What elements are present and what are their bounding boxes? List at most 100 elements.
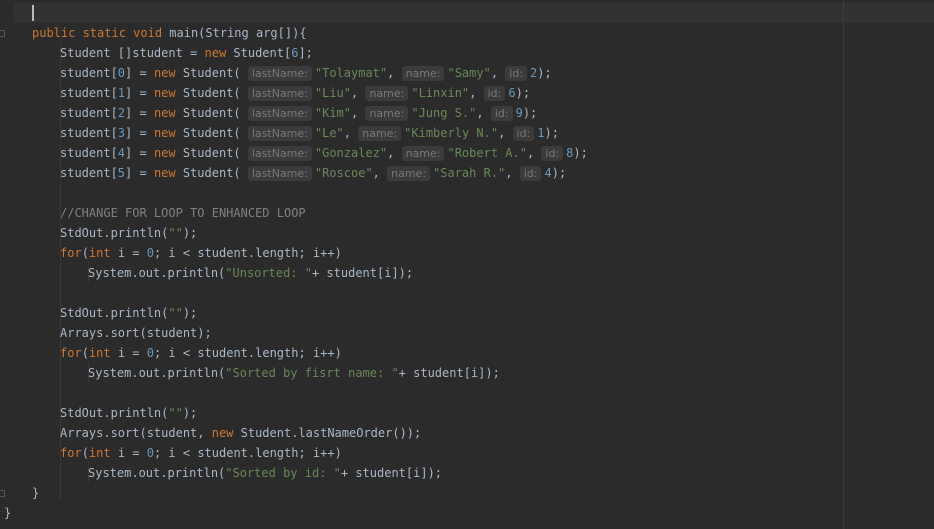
code-comment: //CHANGE FOR LOOP TO ENHANCED LOOP [60, 206, 306, 220]
call: System.out.println( [88, 466, 226, 480]
array-index: 3 [117, 126, 126, 140]
code-line-student-assignment: student[2] = new Student( lastName: "Kim"… [60, 106, 538, 121]
string: "" [168, 226, 183, 240]
array-index: 5 [117, 166, 126, 180]
student-first-name: "Samy" [447, 66, 491, 80]
modifiers: public static void [32, 26, 163, 40]
new-keyword: new [153, 106, 176, 120]
student-id: 1 [537, 126, 545, 140]
param-hint-name: name: [401, 146, 445, 161]
fold-icon[interactable] [0, 30, 5, 37]
param-hint-name: name: [358, 126, 402, 141]
student-last-name: "Kim" [314, 106, 351, 120]
loop-rest: ; i < student.length; i++) [153, 346, 342, 360]
new-keyword: new [153, 146, 176, 160]
student-id: 9 [515, 106, 523, 120]
for-keyword: for [60, 446, 82, 460]
code-line-student-assignment: student[1] = new Student( lastName: "Liu"… [60, 86, 531, 101]
call: StdOut.println( [60, 406, 169, 420]
array-ctor: Student[ [226, 46, 292, 60]
string: "Sorted by id: " [225, 466, 341, 480]
code-line-for: for(int i = 0; i < student.length; i++) [60, 246, 342, 260]
for-keyword: for [60, 246, 82, 260]
concat: + student[i]); [398, 366, 500, 380]
loop-var: i = [110, 246, 147, 260]
code-line-for: for(int i = 0; i < student.length; i++) [60, 346, 342, 360]
param-hint-id: id: [541, 146, 564, 161]
param-hint-name: name: [387, 166, 431, 181]
comparator: Student.lastNameOrder()); [233, 426, 422, 440]
code-line-println: StdOut.println(""); [60, 226, 198, 240]
code-line-print: System.out.println("Unsorted: "+ student… [88, 263, 413, 283]
text-caret [32, 5, 34, 21]
int-keyword: int [88, 246, 111, 260]
param-hint-name: name: [401, 66, 445, 81]
current-line-highlight [14, 3, 934, 23]
loop-var: i = [110, 346, 147, 360]
code-line-sort-comparator: Arrays.sort(student, new Student.lastNam… [60, 423, 421, 443]
code-line-array-decl: Student []student = new Student[6]; [60, 43, 313, 63]
code-line-student-assignment: student[3] = new Student( lastName: "Le",… [60, 126, 559, 141]
student-first-name: "Kimberly N." [404, 126, 499, 140]
student-first-name: "Jung S." [411, 106, 477, 120]
student-id: 2 [530, 66, 538, 80]
param-hint-id: id: [505, 66, 528, 81]
closing-brace-class: } [4, 506, 12, 520]
student-id: 6 [508, 86, 516, 100]
param-hint-lastname: lastName: [247, 146, 312, 161]
loop-zero: 0 [146, 246, 154, 260]
new-keyword: new [153, 166, 176, 180]
loop-zero: 0 [146, 346, 154, 360]
code-line-print: System.out.println("Sorted by id: "+ stu… [88, 463, 442, 483]
param-hint-name: name: [365, 106, 409, 121]
concat: + student[i]); [340, 466, 443, 480]
array-index: 1 [117, 86, 126, 100]
concat: + student[i]); [311, 266, 414, 280]
call: System.out.println( [88, 366, 226, 380]
code-line-sort: Arrays.sort(student); [60, 326, 212, 340]
param-hint-lastname: lastName: [247, 106, 312, 121]
code-line-main-signature: public static void main(String arg[]){ [32, 23, 307, 43]
student-id: 8 [566, 146, 574, 160]
student-last-name: "Tolaymat" [314, 66, 388, 80]
student-last-name: "Gonzalez" [314, 146, 388, 160]
array-index: 4 [117, 146, 126, 160]
code-line-student-assignment: student[5] = new Student( lastName: "Rosc… [60, 166, 567, 181]
editor-gutter [0, 0, 14, 529]
code-line-student-assignment: student[4] = new Student( lastName: "Gonz… [60, 146, 588, 161]
code-line-print: System.out.println("Sorted by fisrt name… [88, 363, 500, 383]
call: Arrays.sort(student, [60, 426, 212, 440]
int-keyword: int [88, 446, 111, 460]
param-hint-id: id: [519, 166, 542, 181]
array-index: 2 [117, 106, 126, 120]
fold-icon[interactable] [0, 490, 5, 497]
param-hint-id: id: [490, 106, 513, 121]
code-line-println: StdOut.println(""); [60, 306, 198, 320]
array-index: 0 [117, 66, 126, 80]
student-id: 4 [544, 166, 552, 180]
param-hint-id: id: [483, 86, 506, 101]
call: StdOut.println( [60, 306, 169, 320]
loop-rest: ; i < student.length; i++) [153, 246, 342, 260]
code-line-for: for(int i = 0; i < student.length; i++) [60, 446, 342, 460]
code-line-student-assignment: student[0] = new Student( lastName: "Tola… [60, 66, 552, 81]
call: System.out.println( [88, 266, 226, 280]
right-margin-guide [843, 0, 844, 529]
param-hint-id: id: [512, 126, 535, 141]
student-last-name: "Roscoe" [314, 166, 373, 180]
string: "" [168, 306, 183, 320]
signature-rest: main(String arg[]){ [162, 26, 307, 40]
string: "Sorted by fisrt name: " [225, 366, 399, 380]
new-keyword: new [204, 46, 227, 60]
string: "" [168, 406, 183, 420]
array-end: ]; [298, 46, 313, 60]
array-type: Student []student = [60, 46, 205, 60]
student-last-name: "Le" [314, 126, 344, 140]
int-keyword: int [88, 346, 111, 360]
student-first-name: "Linxin" [411, 86, 470, 100]
loop-zero: 0 [146, 446, 154, 460]
loop-rest: ; i < student.length; i++) [153, 446, 342, 460]
new-keyword: new [211, 426, 234, 440]
new-keyword: new [153, 86, 176, 100]
student-first-name: "Robert A." [447, 146, 527, 160]
